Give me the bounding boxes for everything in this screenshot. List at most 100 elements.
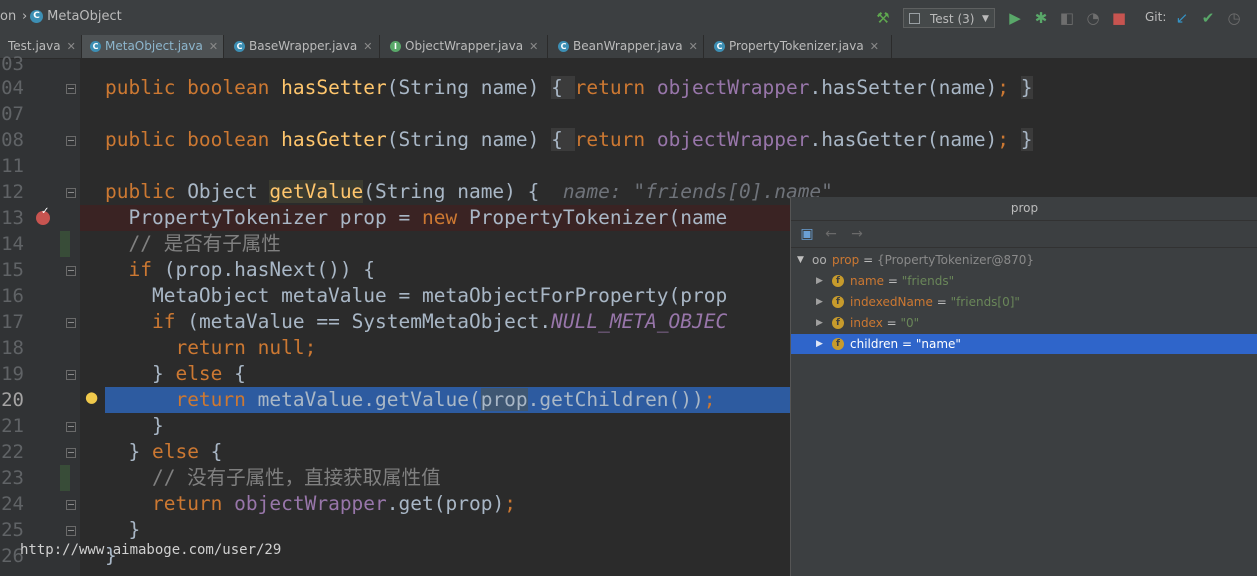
tab-label: MetaObject.java [105,39,203,53]
fold-expand-icon[interactable] [66,84,76,94]
close-icon[interactable]: ✕ [689,40,698,53]
fold-collapse-icon[interactable] [66,422,76,432]
debug-variable-popup[interactable]: prop ▣ ← → ▼ oo prop = {PropertyTokenize… [790,197,1257,576]
line-number: 18 [1,337,24,359]
collapsed-arrow-icon[interactable]: ▶ [816,313,823,333]
line-number: 12 [1,181,24,203]
tab-propertytokenizer-java[interactable]: C PropertyTokenizer.java ✕ [704,35,892,58]
code-comment: // 是否有子属性 [105,232,281,255]
debug-bug-icon[interactable]: ✱ [1032,9,1050,27]
variable-value: "name" [915,337,961,351]
field-icon: f [832,338,844,350]
close-icon[interactable]: ✕ [67,40,76,53]
stop-icon[interactable]: ■ [1110,9,1128,27]
breakpoint-icon[interactable]: ✓ [36,206,50,225]
tab-beanwrapper-java[interactable]: C BeanWrapper.java ✕ [548,35,704,58]
git-commit-check-icon[interactable]: ✔ [1199,9,1217,27]
tree-node-field[interactable]: ▶ f index = "0" [791,313,1257,333]
line-number: 24 [1,493,24,515]
variable-name: index [850,316,883,330]
fold-collapse-icon[interactable] [66,500,76,510]
code-token: return [175,388,258,411]
profiler-icon[interactable]: ◔ [1084,9,1102,27]
code-token: hasSetter [281,76,387,99]
tree-node-field[interactable]: ▶ f indexedName = "friends[0]" [791,292,1257,312]
build-hammer-icon[interactable]: ⚒ [874,9,892,27]
forward-arrow-icon[interactable]: → [849,226,865,242]
close-icon[interactable]: ✕ [209,40,218,53]
vcs-change-marker[interactable] [60,465,70,491]
code-token: new [421,206,469,229]
variable-value: "friends[0]" [950,295,1020,309]
tab-basewrapper-java[interactable]: C BaseWrapper.java ✕ [224,35,380,58]
close-icon[interactable]: ✕ [870,40,879,53]
fold-collapse-icon[interactable] [66,370,76,380]
code-token: metaValue.getValue( [257,388,481,411]
editor-gutter[interactable]: 03 04 07 08 11 12 13 14 15 16 17 18 19 2… [0,53,98,576]
git-update-icon[interactable]: ↙ [1173,9,1191,27]
code-token: return [574,76,657,99]
tab-objectwrapper-java[interactable]: I ObjectWrapper.java ✕ [380,35,548,58]
line-number: 15 [1,259,24,281]
tree-node-root[interactable]: ▼ oo prop = {PropertyTokenizer@870} [791,250,1257,270]
variable-name: children [850,337,899,351]
equals-sign: = [884,274,902,288]
code-token: (String name) [386,128,552,151]
code-comment: // 没有子属性，直接获取属性值 [105,466,441,489]
run-icon[interactable]: ▶ [1006,9,1024,27]
code-token: } [1020,76,1033,99]
breadcrumb-parent[interactable]: on [0,9,16,24]
code-token: Object [187,180,270,203]
code-token: objectWrapper [234,492,387,515]
line-number-current: 20 [1,389,24,411]
variable-name: indexedName [850,295,933,309]
breadcrumb-file-label: MetaObject [47,9,122,24]
fold-collapse-icon[interactable] [66,266,76,276]
collapsed-arrow-icon[interactable]: ▶ [816,271,823,291]
fold-collapse-icon[interactable] [66,318,76,328]
run-config-icon [909,13,920,24]
code-token: ; [703,388,716,411]
fold-collapse-icon[interactable] [66,448,76,458]
line-number: 16 [1,285,24,307]
coverage-icon[interactable]: ◧ [1058,9,1076,27]
code-token: } [105,362,176,385]
tab-metaobject-java[interactable]: C MetaObject.java ✕ [82,35,224,58]
line-number: 21 [1,415,24,437]
collapsed-arrow-icon[interactable]: ▶ [816,292,823,312]
breakpoint-check-icon: ✓ [41,206,50,217]
back-arrow-icon[interactable]: ← [823,226,839,242]
class-icon: C [90,41,101,52]
breadcrumb-file[interactable]: C MetaObject [30,9,122,24]
code-token: PropertyTokenizer(name [468,206,728,229]
vcs-change-marker[interactable] [60,231,70,257]
code-token: else [151,440,211,463]
fold-collapse-icon[interactable] [66,526,76,536]
code-token: (metaValue == SystemMetaObject. [187,310,552,333]
fold-expand-icon[interactable] [66,136,76,146]
tree-node-field-selected[interactable]: ▶ f children = "name" [791,334,1257,354]
watermark-url: http://www.aimaboge.com/user/29 [20,542,282,558]
interface-icon: I [390,41,401,52]
tab-label: BaseWrapper.java [249,39,358,53]
line-number: 19 [1,363,24,385]
code-token: prop [480,388,528,411]
git-label: Git: [1145,10,1167,24]
fold-collapse-icon[interactable] [66,188,76,198]
code-token: ; [997,128,1021,151]
git-history-icon[interactable]: ◷ [1225,9,1243,27]
equals-sign: = [882,316,901,330]
expanded-arrow-icon[interactable]: ▼ [797,250,804,270]
tree-node-field[interactable]: ▶ f name = "friends" [791,271,1257,291]
code-token: ; [504,492,516,515]
field-icon: f [832,275,844,287]
line-number: 11 [1,155,24,177]
run-configuration-select[interactable]: Test (3) ▼ [903,8,995,28]
close-icon[interactable]: ✕ [529,40,538,53]
watch-icon[interactable]: ▣ [799,226,815,242]
collapsed-arrow-icon[interactable]: ▶ [816,334,823,354]
code-token: { [551,76,575,99]
close-icon[interactable]: ✕ [363,40,372,53]
